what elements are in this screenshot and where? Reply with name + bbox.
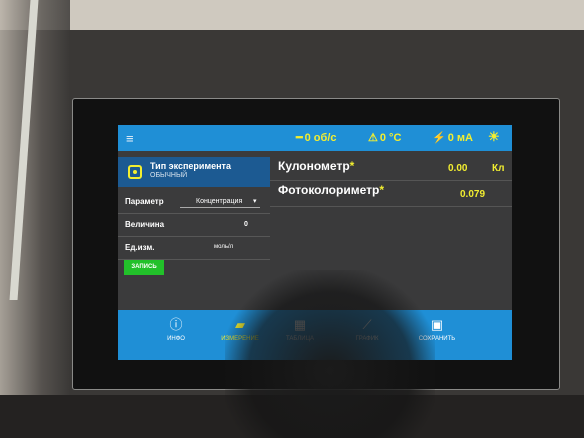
nav-table[interactable]: ▦ ТАБЛИЦА (265, 316, 335, 342)
chart-icon: ⟋ (362, 317, 372, 332)
device-screen: ≡ ━ 0 об/с ⚠ 0 °C ⚡ 0 мА ☀ Тип эксперимента… (118, 125, 512, 360)
minus-icon: ━ (296, 132, 303, 144)
chevron-down-icon[interactable]: ▾ (253, 197, 257, 205)
quantity-value[interactable]: 0 (244, 221, 248, 228)
menu-icon[interactable]: ≡ (126, 131, 134, 146)
unit-value: моль/л (214, 244, 234, 250)
quantity-row: Величина 0 (118, 214, 270, 237)
warning-icon: ⚠ (368, 132, 378, 144)
parameter-dropdown-value[interactable]: Концентрация (196, 198, 242, 205)
photocolorimeter-value: 0.079 (460, 189, 486, 200)
table-icon: ▦ (293, 317, 307, 332)
coulometer-label: Кулонометр* (278, 159, 355, 173)
brightness-icon[interactable]: ☀ (488, 129, 500, 145)
measurement-divider (270, 180, 512, 181)
background-wall (0, 0, 584, 30)
coulometer-value: 0.00 (448, 163, 468, 174)
parameter-label: Параметр (125, 197, 164, 206)
current-status: ⚡ 0 мА (432, 132, 473, 144)
dropdown-underline (180, 207, 260, 208)
coulometer-unit: Кл (492, 163, 505, 174)
photocolorimeter-label: Фотоколориметр* (278, 183, 384, 197)
background-left (0, 0, 70, 438)
nav-info[interactable]: ⓘ ИНФО (141, 316, 211, 342)
current-icon: ⚡ (432, 132, 446, 144)
save-icon: ▣ (430, 317, 444, 332)
unit-label: Ед.изм. (125, 243, 155, 252)
record-button[interactable]: ЗАПИСЬ (124, 260, 164, 275)
nav-chart[interactable]: ⟋ ГРАФИК (332, 316, 402, 342)
measurement-divider (270, 206, 512, 207)
quantity-label: Величина (125, 220, 165, 229)
experiment-type-icon (128, 165, 142, 179)
top-status-bar: ≡ ━ 0 об/с ⚠ 0 °C ⚡ 0 мА ☀ (118, 125, 512, 151)
parameters-panel: Тип эксперимента ОБЫЧНЫЙ Параметр Концен… (118, 151, 270, 310)
unit-row: Ед.изм. моль/л (118, 237, 270, 260)
nav-save[interactable]: ▣ СОХРАНИТЬ (402, 316, 472, 342)
temperature-status: ⚠ 0 °C (368, 132, 402, 144)
experiment-type-title: Тип эксперимента (150, 161, 231, 171)
measurements-panel: Кулонометр* 0.00 Кл Фотоколориметр* 0.07… (270, 151, 512, 310)
bottom-navigation: ⓘ ИНФО ▰ ИЗМЕРЕНИЕ ▦ ТАБЛИЦА ⟋ ГРАФИК ▣ … (118, 310, 512, 360)
experiment-type-value: ОБЫЧНЫЙ (150, 172, 188, 179)
background-table (0, 395, 584, 438)
parameter-row[interactable]: Параметр Концентрация ▾ (118, 191, 270, 214)
info-icon: ⓘ (169, 317, 183, 332)
rotation-speed-status: ━ 0 об/с (296, 132, 337, 144)
experiment-type-selector[interactable]: Тип эксперимента ОБЫЧНЫЙ (118, 157, 270, 187)
